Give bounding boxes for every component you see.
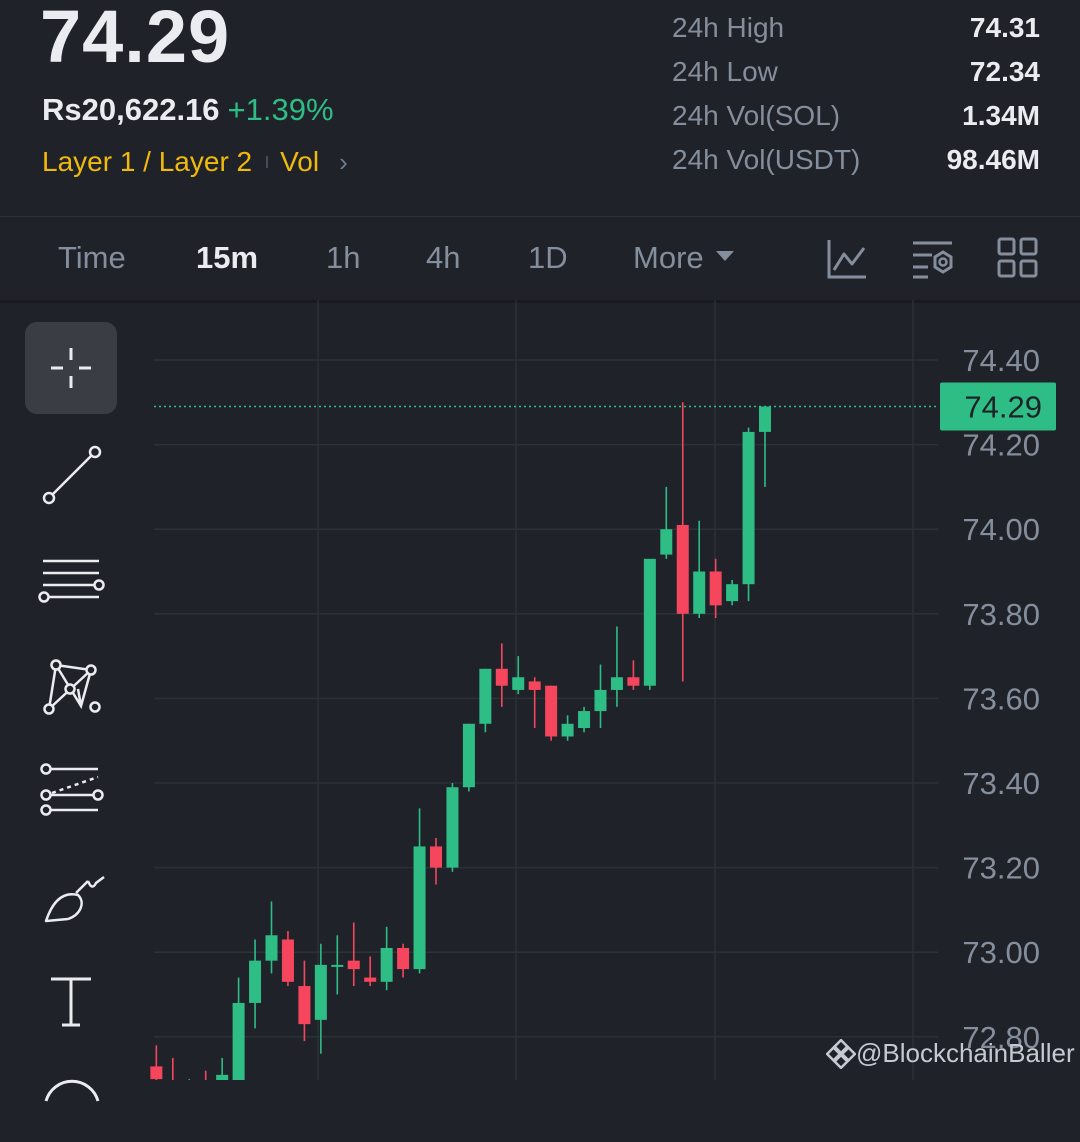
y-tick-label: 74.20 xyxy=(962,428,1040,463)
candle-up xyxy=(446,787,459,868)
horizontal-lines-tool[interactable] xyxy=(25,534,117,626)
text-icon xyxy=(51,977,91,1027)
indicator-settings-icon[interactable] xyxy=(910,236,956,282)
candle-up xyxy=(726,584,739,602)
candle-up xyxy=(380,947,393,982)
header-divider xyxy=(0,216,1080,217)
stat-row-high: 24h High 74.31 xyxy=(672,6,1040,50)
candle-up xyxy=(693,571,706,614)
more-tools[interactable] xyxy=(25,1050,117,1142)
stat-row-vol-quote: 24h Vol(USDT) 98.46M xyxy=(672,138,1040,182)
crosshair-icon xyxy=(51,348,91,388)
stat-label: 24h Vol(SOL) xyxy=(672,100,841,131)
tags-row: Layer 1 / Layer 2 Vol › xyxy=(42,146,348,178)
fibonacci-tool[interactable] xyxy=(25,742,117,834)
chart-line-icon[interactable] xyxy=(824,236,870,282)
candle-up xyxy=(594,689,607,712)
trend-line-icon xyxy=(42,445,102,505)
brush-icon xyxy=(44,876,105,923)
stat-value: 72.34 xyxy=(969,56,1040,87)
more-tools-icon xyxy=(44,1079,100,1102)
candle-up xyxy=(742,431,755,585)
chevron-right-icon[interactable]: › xyxy=(339,147,348,178)
fibonacci-icon xyxy=(40,763,104,816)
stat-value: 74.31 xyxy=(969,12,1040,43)
last-price: 74.29 xyxy=(40,0,231,78)
stat-label: 24h High xyxy=(672,12,785,43)
stat-label: 24h Vol(USDT) xyxy=(672,144,861,175)
candle-down xyxy=(545,685,558,737)
candle-up xyxy=(232,1002,245,1080)
candle-down xyxy=(397,947,410,970)
stats-panel: 24h High 74.31 24h Low 72.34 24h Vol(SOL… xyxy=(672,6,1040,182)
y-tick-label: 73.80 xyxy=(962,597,1040,632)
candle-up xyxy=(249,960,262,1003)
stat-row-low: 24h Low 72.34 xyxy=(672,50,1040,94)
candle-up xyxy=(314,964,327,1020)
price-change-percent: +1.39% xyxy=(227,92,334,127)
candle-up xyxy=(643,558,656,686)
candle-up xyxy=(462,723,475,788)
candle-down xyxy=(627,677,640,686)
tab-1h[interactable]: 1h xyxy=(326,240,360,276)
tab-1d[interactable]: 1D xyxy=(528,240,568,276)
candle-up xyxy=(759,406,771,432)
crosshair-tool[interactable] xyxy=(25,322,117,414)
stat-value: 98.46M xyxy=(946,144,1040,175)
candle-up xyxy=(610,677,623,690)
candle-up xyxy=(578,711,591,729)
candle-down xyxy=(495,668,508,686)
candle-down xyxy=(676,524,689,614)
fiat-value: Rs20,622.16 xyxy=(42,92,220,127)
trend-line-tool[interactable] xyxy=(25,428,117,520)
candle-down xyxy=(430,846,442,868)
candle-up xyxy=(265,935,278,961)
fiat-price-line: Rs20,622.16 +1.39% xyxy=(42,92,334,128)
candlestick-chart[interactable]: 74.40 74.20 74.00 73.80 73.60 73.40 73.20 73.00… xyxy=(0,300,1080,1080)
text-tool[interactable] xyxy=(25,950,117,1042)
tab-more[interactable]: More xyxy=(633,240,734,276)
y-tick-label: 74.00 xyxy=(962,512,1040,547)
candle-down xyxy=(150,1066,163,1080)
candle-up xyxy=(660,529,673,555)
candle-down xyxy=(281,939,294,982)
candle-up xyxy=(479,668,492,724)
vol-tag[interactable]: Vol xyxy=(280,146,319,178)
category-tag[interactable]: Layer 1 / Layer 2 xyxy=(42,146,252,178)
stat-row-vol-base: 24h Vol(SOL) 1.34M xyxy=(672,94,1040,138)
y-tick-label: 74.40 xyxy=(962,343,1040,378)
current-price-label: 74.29 xyxy=(964,390,1042,425)
candle-up xyxy=(512,677,525,690)
y-tick-label: 73.20 xyxy=(962,851,1040,886)
layout-grid-icon[interactable] xyxy=(996,236,1042,282)
candle-up xyxy=(561,723,574,737)
watermark-text: @BlockchainBaller xyxy=(856,1038,1075,1068)
y-tick-label: 73.60 xyxy=(962,681,1040,716)
candle-up xyxy=(413,846,426,970)
horizontal-lines-icon xyxy=(38,559,105,603)
stat-value: 1.34M xyxy=(962,100,1040,131)
candle-down xyxy=(528,681,541,690)
caret-down-icon xyxy=(715,250,734,261)
tab-4h[interactable]: 4h xyxy=(426,240,460,276)
brush-tool[interactable] xyxy=(25,848,117,940)
candle-down xyxy=(347,960,360,970)
candle-down xyxy=(298,986,311,1025)
candle-up xyxy=(216,1074,229,1080)
y-tick-label: 73.40 xyxy=(962,766,1040,801)
pattern-icon xyxy=(43,659,101,715)
candle-down xyxy=(364,977,377,982)
tab-time[interactable]: Time xyxy=(58,240,126,276)
tab-15m[interactable]: 15m xyxy=(196,240,258,276)
watermark: @BlockchainBaller xyxy=(826,1038,1075,1069)
more-label: More xyxy=(633,240,704,275)
y-tick-label: 73.00 xyxy=(962,935,1040,970)
candle-down xyxy=(709,571,722,606)
binance-logo-icon xyxy=(826,1038,856,1069)
stat-label: 24h Low xyxy=(672,56,778,87)
candle-up xyxy=(331,964,344,967)
pattern-tool[interactable] xyxy=(25,638,117,730)
tag-separator xyxy=(266,156,269,168)
